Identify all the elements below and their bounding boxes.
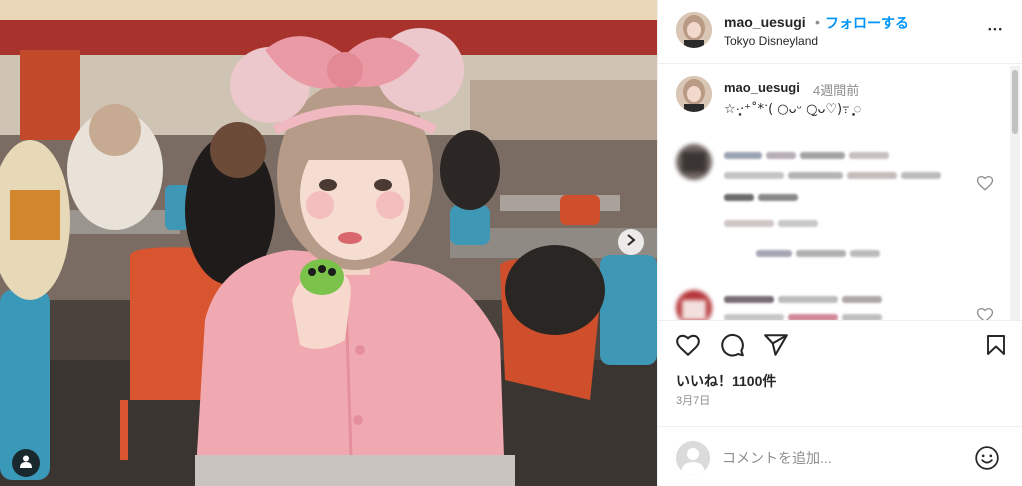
action-bar [658, 320, 1022, 372]
more-icon: ••• [988, 24, 1004, 34]
tagged-user-button[interactable] [12, 449, 40, 477]
author-avatar[interactable] [676, 12, 712, 48]
like-button[interactable] [674, 333, 702, 361]
comment-item [658, 138, 1010, 268]
comment-avatar[interactable] [676, 144, 712, 180]
blurred-comment-line [756, 250, 880, 257]
comment-like-button[interactable] [976, 306, 994, 320]
comment-input[interactable] [722, 445, 962, 471]
carousel-next-button[interactable] [618, 229, 644, 255]
save-button[interactable] [982, 333, 1010, 361]
heart-icon [976, 307, 994, 320]
comment-avatar[interactable] [676, 290, 712, 320]
caption-text: ☆·͙̥‧⁺˚*ॱ( ○ᴗ︎ᵕ ○̫ᴗ︎♡)߹ ◌͙̥͙ [724, 102, 862, 117]
more-options-button[interactable]: ••• [984, 19, 1008, 39]
comments-list[interactable]: mao_uesugi 4週間前 ☆·͙̥‧⁺˚*ॱ( ○ᴗ︎ᵕ ○̫ᴗ︎♡)߹ … [658, 64, 1022, 320]
chevron-right-icon [626, 233, 636, 251]
post-image [0, 0, 657, 486]
caption-username[interactable]: mao_uesugi [724, 80, 800, 95]
blurred-comment-line [724, 152, 889, 159]
post-header: mao_uesugi • フォローする Tokyo Disneyland ••• [658, 0, 1022, 64]
share-icon [763, 332, 789, 363]
author-username[interactable]: mao_uesugi [724, 14, 806, 30]
tagged-user-icon [19, 454, 33, 473]
comment-icon [719, 332, 745, 363]
blurred-comment-line [724, 296, 882, 303]
blurred-comment-line [724, 220, 818, 227]
heart-icon [976, 175, 994, 196]
follow-button[interactable]: フォローする [825, 13, 909, 33]
comment-item [658, 286, 1010, 320]
post-date[interactable]: 3月7日 [676, 392, 710, 408]
blurred-comment-line [724, 194, 798, 201]
scrollbar-thumb[interactable] [1012, 70, 1018, 134]
viewer-avatar [676, 441, 710, 475]
blurred-comment-line [724, 172, 941, 179]
comment-like-button[interactable] [976, 174, 994, 192]
caption-time[interactable]: 4週間前 [813, 80, 859, 99]
heart-icon [675, 332, 701, 363]
emoji-icon [974, 446, 1000, 475]
post-photo[interactable] [0, 0, 657, 486]
post-location[interactable]: Tokyo Disneyland [724, 34, 818, 48]
header-separator: • [815, 14, 820, 30]
emoji-button[interactable] [974, 445, 1000, 471]
comment-button[interactable] [718, 333, 746, 361]
bookmark-icon [984, 332, 1008, 363]
share-button[interactable] [762, 333, 790, 361]
comments-scrollbar[interactable] [1010, 66, 1020, 320]
caption-avatar[interactable] [676, 76, 712, 112]
likes-count[interactable]: いいね！1100件 [676, 371, 776, 391]
add-comment-section [658, 426, 1022, 486]
post-side-panel: mao_uesugi • フォローする Tokyo Disneyland •••… [657, 0, 1022, 486]
